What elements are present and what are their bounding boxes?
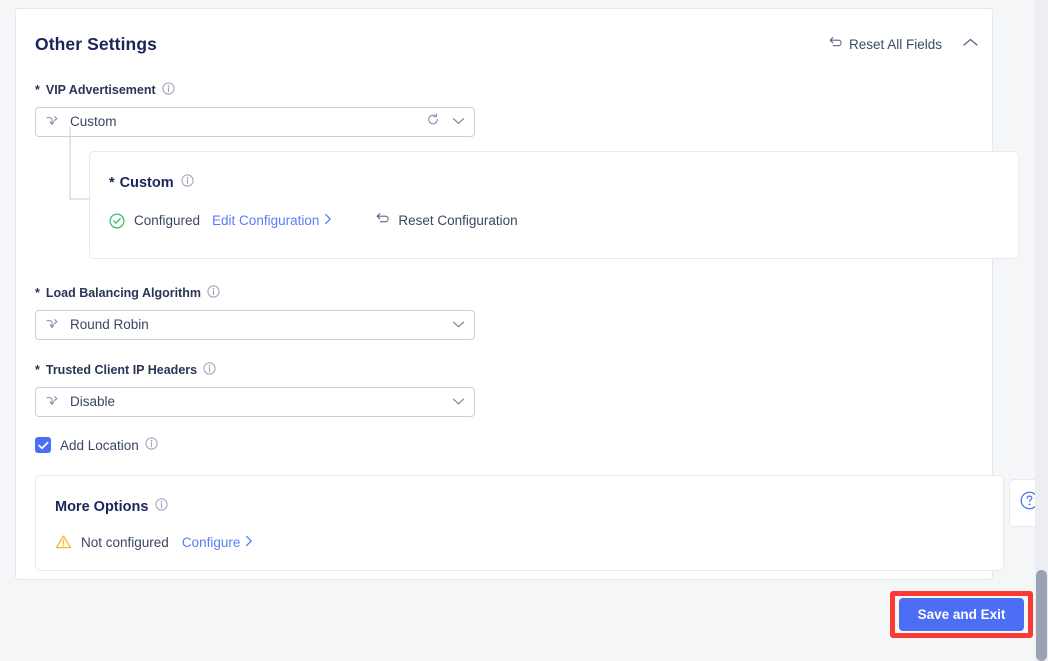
info-circle-icon[interactable]: [155, 498, 169, 515]
trusted-client-ip-headers-value: Disable: [70, 394, 116, 409]
panel-header-actions: Reset All Fields: [826, 35, 979, 53]
panel-header: Other Settings Reset All Fields: [16, 9, 992, 71]
warning-triangle-icon: [55, 534, 72, 550]
reset-all-fields-button[interactable]: Reset All Fields: [826, 36, 942, 53]
configure-link[interactable]: Configure: [182, 535, 254, 550]
branch-arrow-icon: [45, 114, 60, 129]
chevron-down-icon[interactable]: [452, 113, 465, 131]
refresh-icon[interactable]: [426, 112, 440, 131]
page-title: Other Settings: [35, 34, 157, 54]
load-balancing-algorithm-select[interactable]: Round Robin: [35, 309, 475, 340]
more-options-status-text: Not configured: [81, 534, 169, 550]
save-and-exit-button[interactable]: Save and Exit: [899, 598, 1024, 631]
screen-root: Other Settings Reset All Fields * VIP Ad…: [0, 0, 1048, 661]
info-circle-icon[interactable]: [203, 362, 216, 378]
load-balancing-algorithm-label-text: Load Balancing Algorithm: [45, 285, 201, 300]
vip-advertisement-label: * VIP Advertisement: [35, 82, 475, 98]
branch-arrow-icon: [45, 394, 60, 409]
info-circle-icon[interactable]: [162, 82, 175, 98]
chevron-down-icon: [452, 393, 465, 411]
branch-arrow-icon: [45, 317, 60, 332]
load-balancing-algorithm-chevron[interactable]: [452, 316, 465, 334]
scrollbar-thumb[interactable]: [1036, 570, 1047, 661]
chevron-right-icon: [245, 535, 253, 550]
vip-advertisement-select-actions: [426, 112, 465, 131]
info-circle-icon[interactable]: [181, 174, 194, 191]
add-location-checkbox[interactable]: [35, 437, 51, 453]
load-balancing-algorithm-value: Round Robin: [70, 317, 149, 332]
scrollbar-track[interactable]: [1035, 0, 1048, 661]
load-balancing-algorithm-label: * Load Balancing Algorithm: [35, 285, 475, 301]
chevron-right-icon: [324, 213, 332, 228]
reset-arrow-icon: [826, 36, 842, 53]
chevron-down-icon: [452, 316, 465, 334]
custom-card-title: * Custom: [109, 174, 194, 191]
edit-configuration-link[interactable]: Edit Configuration: [212, 213, 332, 228]
custom-configuration-card: * Custom Configured Edit Configuration R…: [89, 151, 1019, 259]
reset-all-fields-label: Reset All Fields: [848, 36, 942, 52]
custom-card-title-text: Custom: [119, 174, 174, 191]
required-asterisk: *: [35, 362, 40, 377]
vip-advertisement-label-text: VIP Advertisement: [45, 82, 156, 97]
trusted-client-ip-headers-label: * Trusted Client IP Headers: [35, 362, 475, 378]
other-settings-panel: Other Settings Reset All Fields * VIP Ad…: [15, 8, 1019, 580]
more-options-card: More Options Not configured Configure: [35, 475, 1004, 571]
custom-card-status-text: Configured: [134, 213, 201, 228]
field-trusted-client-ip-headers: * Trusted Client IP Headers Disable: [35, 362, 475, 417]
edit-configuration-label: Edit Configuration: [212, 213, 320, 228]
required-asterisk: *: [35, 82, 40, 97]
vip-advertisement-select[interactable]: Custom: [35, 106, 475, 137]
info-circle-icon[interactable]: [207, 285, 220, 301]
check-circle-icon: [109, 212, 125, 229]
reset-arrow-icon: [373, 212, 390, 229]
trusted-client-ip-headers-select[interactable]: Disable: [35, 386, 475, 417]
add-location-label-text: Add Location: [60, 437, 139, 453]
trusted-client-ip-headers-label-text: Trusted Client IP Headers: [45, 362, 198, 377]
required-asterisk: *: [109, 174, 115, 191]
vip-advertisement-value: Custom: [70, 114, 117, 129]
more-options-title-text: More Options: [55, 498, 149, 515]
configure-label: Configure: [181, 534, 241, 550]
more-options-title: More Options: [55, 498, 169, 515]
info-circle-icon[interactable]: [145, 437, 158, 453]
chevron-up-icon[interactable]: [962, 35, 979, 53]
reset-configuration-button[interactable]: Reset Configuration: [373, 212, 518, 229]
add-location-row: Add Location: [35, 437, 158, 453]
trusted-client-ip-headers-chevron[interactable]: [452, 393, 465, 411]
more-options-status-row: Not configured Configure: [55, 534, 253, 550]
field-load-balancing-algorithm: * Load Balancing Algorithm Round Robin: [35, 285, 475, 340]
checkmark-icon: [37, 441, 48, 449]
required-asterisk: *: [35, 285, 40, 300]
add-location-label: Add Location: [60, 437, 158, 453]
field-vip-advertisement: * VIP Advertisement Custom: [35, 82, 475, 137]
custom-card-status-row: Configured Edit Configuration Reset Conf…: [109, 212, 518, 229]
save-and-exit-label: Save and Exit: [917, 607, 1006, 622]
reset-configuration-label: Reset Configuration: [398, 213, 518, 228]
